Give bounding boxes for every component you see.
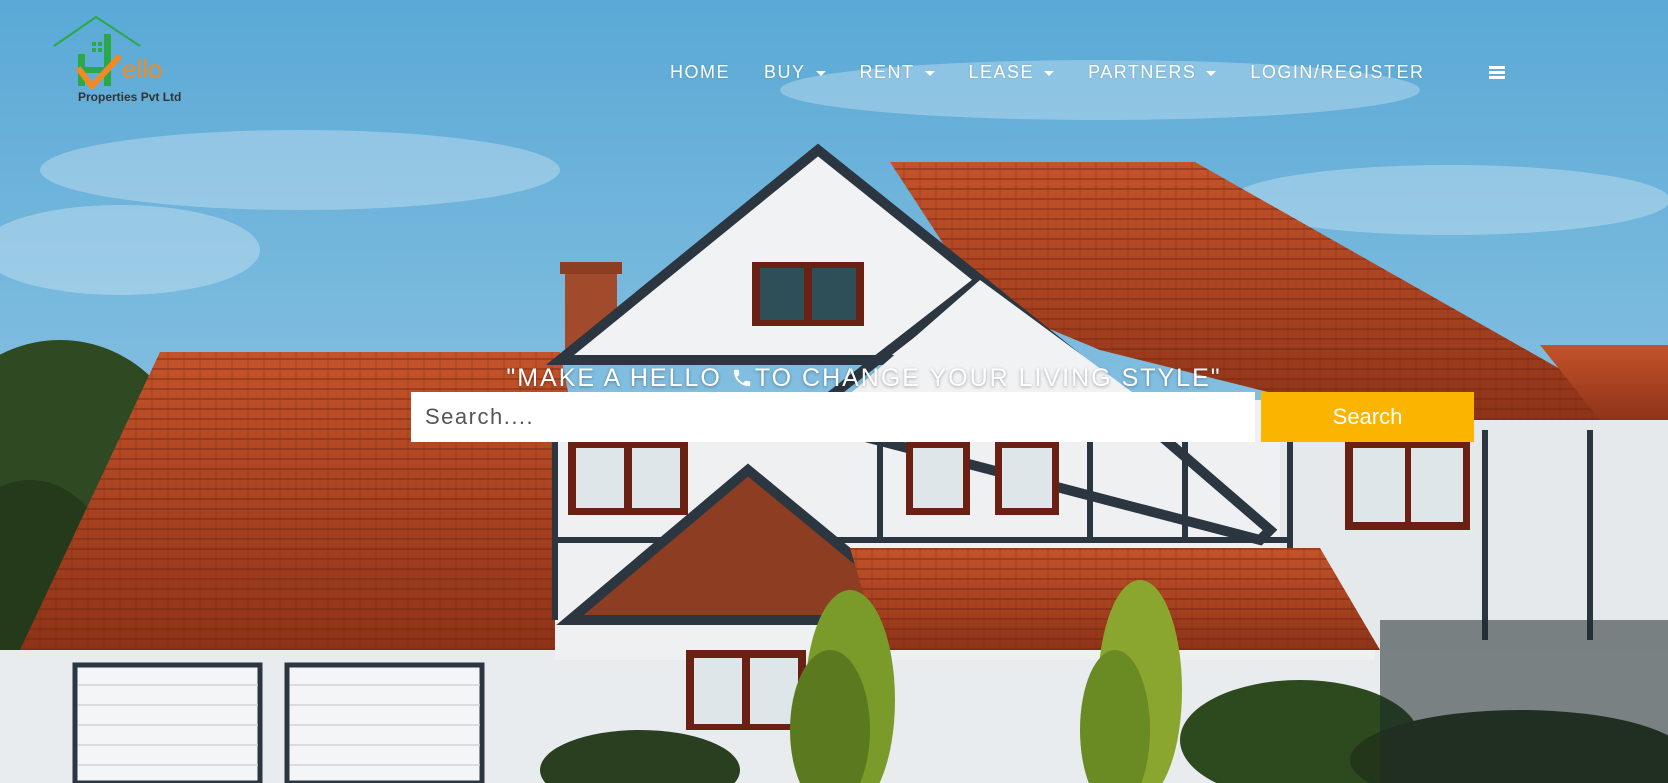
nav-lease-label: LEASE [968, 61, 1035, 82]
caret-down-icon [815, 70, 826, 76]
nav-login-register-label: LOGIN/REGISTER [1250, 61, 1425, 82]
nav-login-register[interactable]: LOGIN/REGISTER [1250, 62, 1424, 83]
logo-subtitle: Properties Pvt Ltd [78, 90, 182, 104]
nav-rent[interactable]: RENT [860, 62, 935, 83]
nav-buy-label: BUY [764, 61, 806, 82]
tagline-end: TO CHANGE YOUR LIVING STYLE" [754, 364, 1222, 392]
phone-icon [733, 369, 751, 387]
logo-wordmark: ello [122, 54, 163, 84]
nav-partners-label: PARTNERS [1088, 61, 1197, 82]
hamburger-menu-icon[interactable] [1489, 66, 1505, 80]
hero-tagline: "MAKE A HELLO TO CHANGE YOUR LIVING STYL… [0, 364, 1668, 393]
tagline-start: "MAKE A HELLO [506, 364, 731, 392]
brand-logo[interactable]: ello Properties Pvt Ltd [52, 14, 192, 106]
caret-down-icon [924, 70, 935, 76]
nav-home-label: HOME [670, 61, 730, 82]
caret-down-icon [1044, 70, 1055, 76]
caret-down-icon [1206, 70, 1217, 76]
nav-lease[interactable]: LEASE [969, 62, 1055, 83]
search-button[interactable]: Search [1261, 392, 1474, 442]
nav-partners[interactable]: PARTNERS [1088, 61, 1217, 83]
main-nav: HOME BUY RENT LEASE PARTNERS LOGIN/REGIS… [670, 60, 1458, 84]
search-input[interactable] [411, 392, 1255, 442]
nav-buy[interactable]: BUY [764, 62, 826, 83]
nav-rent-label: RENT [859, 61, 915, 82]
nav-home[interactable]: HOME [670, 62, 730, 83]
